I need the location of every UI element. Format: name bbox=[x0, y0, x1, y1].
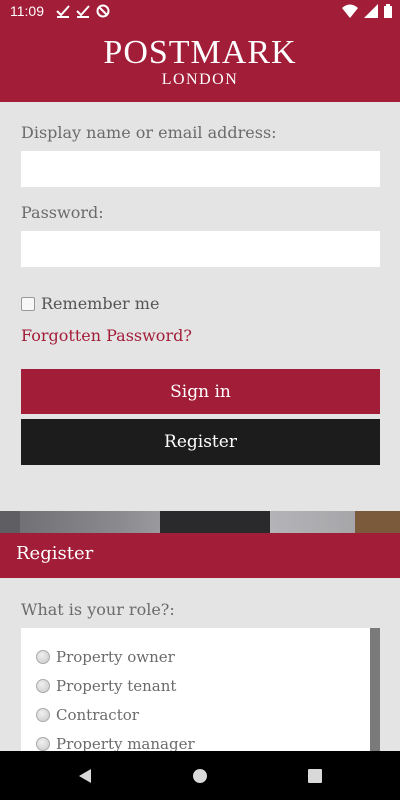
scrollbar[interactable] bbox=[370, 628, 380, 758]
radio-button[interactable] bbox=[36, 737, 50, 751]
remember-me-checkbox[interactable] bbox=[21, 296, 35, 311]
role-option-property-tenant[interactable]: Property tenant bbox=[36, 677, 176, 695]
battery-icon bbox=[384, 4, 392, 18]
role-option-label: Property tenant bbox=[56, 677, 177, 695]
status-time: 11:09 bbox=[10, 3, 44, 19]
forgot-password-link[interactable]: Forgotten Password? bbox=[21, 326, 192, 345]
role-option-label: Property owner bbox=[56, 648, 175, 666]
username-field[interactable] bbox=[21, 151, 380, 187]
role-option-label: Contractor bbox=[56, 706, 139, 724]
brand-subtitle: LONDON bbox=[161, 71, 239, 88]
navigation-bar bbox=[0, 751, 400, 800]
register-section-header: Register bbox=[0, 533, 400, 578]
checkmark-icon bbox=[56, 5, 70, 18]
system-icons bbox=[342, 4, 392, 18]
home-icon[interactable] bbox=[193, 769, 207, 783]
register-section-title: Register bbox=[16, 543, 94, 564]
status-bar: 11:09 bbox=[0, 0, 400, 24]
username-label: Display name or email address: bbox=[21, 123, 277, 142]
notification-icons bbox=[56, 4, 110, 18]
app-header: POSTMARK LONDON bbox=[0, 24, 400, 102]
role-option-property-owner[interactable]: Property owner bbox=[36, 648, 175, 666]
sign-in-button[interactable]: Sign in bbox=[21, 369, 380, 414]
role-question: What is your role?: bbox=[21, 600, 175, 619]
back-icon[interactable] bbox=[78, 768, 92, 784]
signal-icon bbox=[364, 4, 378, 18]
do-not-disturb-icon bbox=[96, 4, 110, 18]
checkmark-icon bbox=[76, 5, 90, 18]
wifi-icon bbox=[342, 4, 358, 18]
remember-me-row[interactable]: Remember me bbox=[21, 294, 159, 313]
role-option-contractor[interactable]: Contractor bbox=[36, 706, 139, 724]
brand-logo: POSTMARK bbox=[103, 34, 297, 71]
recents-icon[interactable] bbox=[308, 769, 322, 783]
radio-button[interactable] bbox=[36, 650, 50, 664]
radio-button[interactable] bbox=[36, 679, 50, 693]
background-photo bbox=[0, 511, 400, 533]
password-label: Password: bbox=[21, 203, 104, 222]
role-options-list[interactable]: Property owner Property tenant Contracto… bbox=[21, 628, 380, 758]
password-field[interactable] bbox=[21, 231, 380, 267]
radio-button[interactable] bbox=[36, 708, 50, 722]
remember-me-label: Remember me bbox=[41, 294, 160, 313]
register-button[interactable]: Register bbox=[21, 419, 380, 465]
